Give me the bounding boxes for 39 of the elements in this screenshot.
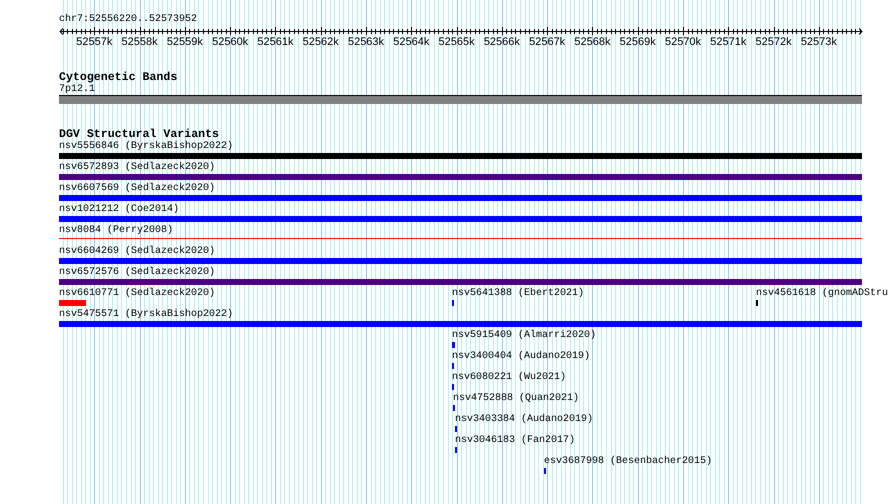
- tick-label: 52562k: [302, 36, 339, 49]
- feature-label: nsv4561618 (gnomADStru: [756, 288, 888, 299]
- feature-label: nsv6604269 (Sedlazeck2020): [59, 246, 216, 257]
- tick-label: 52565k: [438, 36, 475, 49]
- feature-label: nsv5915409 (Almarri2020): [452, 330, 596, 341]
- feature-label: nsv5475571 (ByrskaBishop2022): [59, 309, 234, 320]
- feature-label: nsv3400404 (Audano2019): [452, 351, 590, 362]
- feature-label: nsv6080221 (Wu2021): [452, 372, 566, 383]
- tick-label: 52558k: [122, 36, 158, 49]
- feature-label: nsv4752888 (Quan2021): [453, 393, 580, 404]
- tick-label: 52563k: [348, 36, 384, 49]
- feature-label: esv3687998 (Besenbacher2015): [544, 456, 712, 467]
- feature-label: nsv6610771 (Sedlazeck2020): [59, 288, 216, 299]
- feature-label: nsv8084 (Perry2008): [59, 225, 174, 236]
- tick-label: 52564k: [393, 36, 430, 49]
- feature-label: nsv3046183 (Fan2017): [455, 435, 576, 446]
- feature-label: nsv5641388 (Ebert2021): [452, 288, 584, 299]
- tick-label: 52557k: [76, 36, 112, 49]
- location-label: chr7:52556220..52573952: [59, 14, 198, 26]
- tick-label: 52560k: [212, 36, 248, 49]
- band-label: 7p12.1: [59, 84, 96, 95]
- tick-label: 52561k: [257, 36, 294, 49]
- track-title: DGV Structural Variants: [59, 128, 220, 141]
- feature-label: nsv6607569 (Sedlazeck2020): [59, 183, 216, 194]
- feature-label: nsv6572893 (Sedlazeck2020): [59, 162, 216, 173]
- tick-label: 52570k: [664, 36, 702, 49]
- tick-label: 52559k: [166, 36, 203, 49]
- feature-label: nsv6572576 (Sedlazeck2020): [59, 267, 216, 278]
- tick-label: 52566k: [484, 36, 520, 49]
- tick-label: 52568k: [574, 36, 610, 49]
- tick-label: 52573k: [800, 36, 837, 49]
- tick-label: 52571k: [710, 36, 746, 49]
- track-title: Cytogenetic Bands: [59, 71, 178, 84]
- tick-label: 52567k: [529, 36, 566, 49]
- tick-label: 52572k: [756, 36, 792, 49]
- feature-label: nsv1021212 (Coe2014): [59, 204, 180, 215]
- feature-label: nsv5556846 (ByrskaBishop2022): [59, 141, 234, 152]
- tick-label: 52569k: [620, 36, 656, 49]
- feature-label: nsv3403384 (Audano2019): [455, 414, 594, 425]
